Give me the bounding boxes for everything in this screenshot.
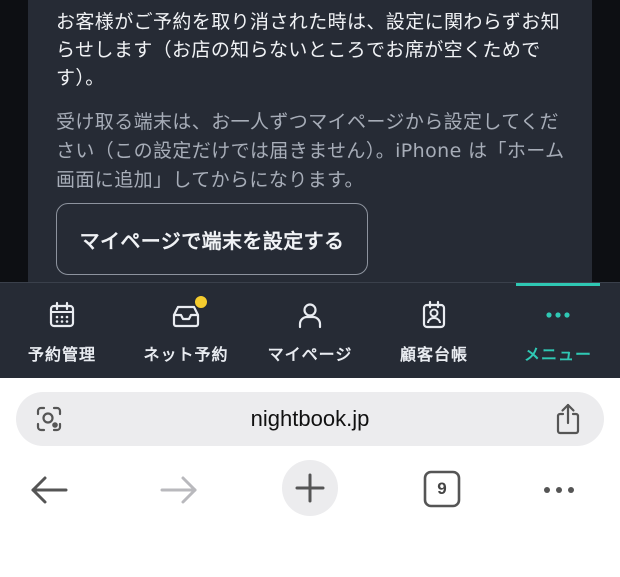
tab-label: 顧客台帳: [399, 345, 468, 364]
tab-reservation-management[interactable]: 予約管理: [0, 283, 124, 378]
tab-switcher-button[interactable]: 9: [414, 466, 470, 514]
user-icon: [298, 303, 322, 329]
device-setup-note: 受け取る端末は、お一人ずつマイページから設定してください（この設定だけでは届きま…: [56, 111, 565, 191]
tab-label: ネット予約: [143, 345, 229, 364]
more-dots-icon: [546, 312, 570, 318]
notification-badge: [194, 295, 208, 309]
share-icon[interactable]: [552, 402, 584, 436]
notification-settings-card: お客様がご予約を取り消された時は、設定に関わらずお知らせします（お店の知らないと…: [28, 0, 592, 290]
tab-label: マイページ: [267, 345, 353, 364]
tab-count: 9: [437, 479, 447, 498]
tab-online-reservation[interactable]: ネット予約: [124, 283, 248, 378]
tab-menu[interactable]: メニュー: [496, 283, 620, 378]
cancellation-notice-text: お客様がご予約を取り消された時は、設定に関わらずお知らせします（お店の知らないと…: [56, 11, 561, 89]
tab-label: 予約管理: [27, 345, 96, 364]
bottom-tab-bar: 予約管理 ネット予約 マイページ 顧客台帳 メニュー: [0, 282, 620, 378]
app-screen: お客様がご予約を取り消された時は、設定に関わらずお知らせします（お店の知らないと…: [0, 0, 620, 378]
calendar-icon: [49, 301, 75, 328]
tab-customer-ledger[interactable]: 顧客台帳: [372, 283, 496, 378]
contact-card-icon: [422, 300, 446, 329]
url-text: nightbook.jp: [250, 406, 370, 431]
tab-label: メニュー: [523, 345, 592, 364]
back-arrow-icon[interactable]: [20, 466, 76, 514]
forward-arrow-icon[interactable]: [152, 466, 208, 514]
browser-toolbar: nightbook.jp 9: [0, 378, 620, 577]
more-options-icon[interactable]: [531, 466, 587, 514]
address-bar[interactable]: nightbook.jp: [16, 392, 604, 446]
setup-device-button[interactable]: マイページで端末を設定する: [56, 203, 368, 275]
plus-icon: [295, 473, 325, 503]
tab-my-page[interactable]: マイページ: [248, 283, 372, 378]
new-tab-button[interactable]: [282, 460, 338, 516]
